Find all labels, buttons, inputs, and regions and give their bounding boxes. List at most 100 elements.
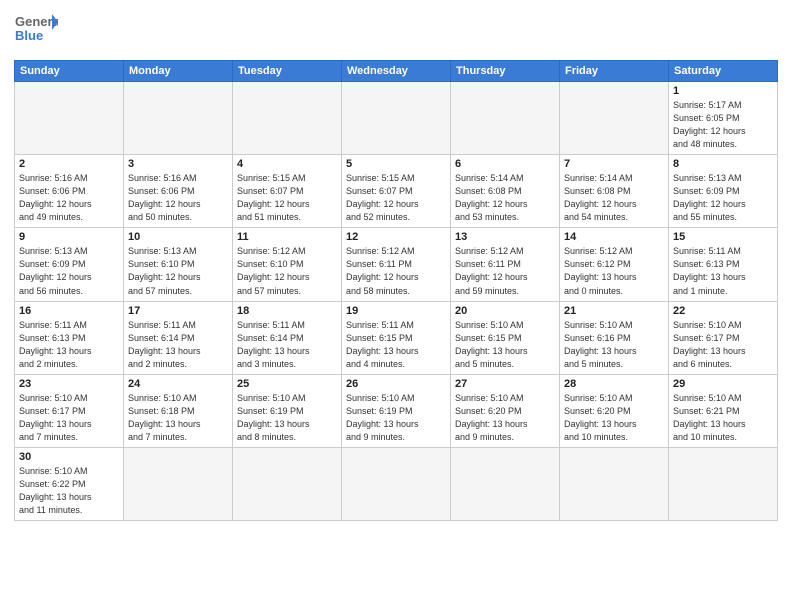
day-info: Sunrise: 5:11 AM Sunset: 6:13 PM Dayligh… (673, 245, 773, 297)
calendar-cell (124, 447, 233, 520)
day-info: Sunrise: 5:10 AM Sunset: 6:20 PM Dayligh… (564, 392, 664, 444)
day-info: Sunrise: 5:11 AM Sunset: 6:13 PM Dayligh… (19, 319, 119, 371)
day-info: Sunrise: 5:10 AM Sunset: 6:16 PM Dayligh… (564, 319, 664, 371)
calendar-cell: 1 Sunrise: 5:17 AM Sunset: 6:05 PM Daylig… (669, 82, 778, 155)
calendar-cell: 9 Sunrise: 5:13 AM Sunset: 6:09 PM Daylig… (15, 228, 124, 301)
svg-text:Blue: Blue (15, 28, 43, 43)
calendar-cell: 16 Sunrise: 5:11 AM Sunset: 6:13 PM Dayli… (15, 301, 124, 374)
calendar-cell (233, 82, 342, 155)
calendar-cell: 22 Sunrise: 5:10 AM Sunset: 6:17 PM Dayli… (669, 301, 778, 374)
day-info: Sunrise: 5:15 AM Sunset: 6:07 PM Dayligh… (346, 172, 446, 224)
day-number: 12 (346, 231, 446, 243)
week-row-0: 1 Sunrise: 5:17 AM Sunset: 6:05 PM Daylig… (15, 82, 778, 155)
day-info: Sunrise: 5:12 AM Sunset: 6:12 PM Dayligh… (564, 245, 664, 297)
calendar-cell: 29 Sunrise: 5:10 AM Sunset: 6:21 PM Dayli… (669, 374, 778, 447)
day-info: Sunrise: 5:13 AM Sunset: 6:09 PM Dayligh… (673, 172, 773, 224)
header-saturday: Saturday (669, 61, 778, 82)
calendar-cell (451, 82, 560, 155)
day-number: 8 (673, 158, 773, 170)
day-info: Sunrise: 5:14 AM Sunset: 6:08 PM Dayligh… (455, 172, 555, 224)
day-number: 25 (237, 378, 337, 390)
day-info: Sunrise: 5:10 AM Sunset: 6:17 PM Dayligh… (19, 392, 119, 444)
header: General Blue (14, 10, 778, 54)
day-number: 13 (455, 231, 555, 243)
calendar-cell: 17Sunrise: 5:11 AM Sunset: 6:14 PM Dayli… (124, 301, 233, 374)
day-info: Sunrise: 5:10 AM Sunset: 6:17 PM Dayligh… (673, 319, 773, 371)
day-number: 30 (19, 451, 119, 463)
calendar-cell: 12 Sunrise: 5:12 AM Sunset: 6:11 PM Dayli… (342, 228, 451, 301)
calendar-cell: 10 Sunrise: 5:13 AM Sunset: 6:10 PM Dayli… (124, 228, 233, 301)
day-number: 6 (455, 158, 555, 170)
day-info: Sunrise: 5:15 AM Sunset: 6:07 PM Dayligh… (237, 172, 337, 224)
day-info: Sunrise: 5:12 AM Sunset: 6:11 PM Dayligh… (455, 245, 555, 297)
day-number: 18 (237, 305, 337, 317)
calendar-cell: 4Sunrise: 5:15 AM Sunset: 6:07 PM Daylig… (233, 155, 342, 228)
calendar-cell (15, 82, 124, 155)
day-number: 3 (128, 158, 228, 170)
header-sunday: Sunday (15, 61, 124, 82)
calendar-cell: 18 Sunrise: 5:11 AM Sunset: 6:14 PM Dayli… (233, 301, 342, 374)
day-info: Sunrise: 5:17 AM Sunset: 6:05 PM Dayligh… (673, 99, 773, 151)
day-number: 15 (673, 231, 773, 243)
day-info: Sunrise: 5:11 AM Sunset: 6:14 PM Dayligh… (128, 319, 228, 371)
calendar-cell: 15 Sunrise: 5:11 AM Sunset: 6:13 PM Dayli… (669, 228, 778, 301)
day-number: 2 (19, 158, 119, 170)
day-info: Sunrise: 5:11 AM Sunset: 6:15 PM Dayligh… (346, 319, 446, 371)
calendar-cell: 27 Sunrise: 5:10 AM Sunset: 6:20 PM Dayli… (451, 374, 560, 447)
header-monday: Monday (124, 61, 233, 82)
day-number: 19 (346, 305, 446, 317)
day-info: Sunrise: 5:13 AM Sunset: 6:10 PM Dayligh… (128, 245, 228, 297)
logo: General Blue (14, 10, 58, 54)
day-info: Sunrise: 5:12 AM Sunset: 6:10 PM Dayligh… (237, 245, 337, 297)
calendar-cell (124, 82, 233, 155)
day-number: 20 (455, 305, 555, 317)
day-info: Sunrise: 5:10 AM Sunset: 6:18 PM Dayligh… (128, 392, 228, 444)
day-number: 11 (237, 231, 337, 243)
day-info: Sunrise: 5:12 AM Sunset: 6:11 PM Dayligh… (346, 245, 446, 297)
day-number: 27 (455, 378, 555, 390)
day-info: Sunrise: 5:11 AM Sunset: 6:14 PM Dayligh… (237, 319, 337, 371)
logo-svg: General Blue (14, 10, 58, 54)
calendar-cell (342, 447, 451, 520)
calendar-cell: 3Sunrise: 5:16 AM Sunset: 6:06 PM Daylig… (124, 155, 233, 228)
day-number: 16 (19, 305, 119, 317)
day-info: Sunrise: 5:10 AM Sunset: 6:19 PM Dayligh… (237, 392, 337, 444)
calendar-cell (342, 82, 451, 155)
day-number: 22 (673, 305, 773, 317)
calendar-cell (560, 82, 669, 155)
calendar-cell: 20Sunrise: 5:10 AM Sunset: 6:15 PM Dayli… (451, 301, 560, 374)
day-number: 26 (346, 378, 446, 390)
calendar-cell: 13 Sunrise: 5:12 AM Sunset: 6:11 PM Dayli… (451, 228, 560, 301)
calendar-cell (669, 447, 778, 520)
day-number: 10 (128, 231, 228, 243)
week-row-5: 30Sunrise: 5:10 AM Sunset: 6:22 PM Dayli… (15, 447, 778, 520)
day-info: Sunrise: 5:10 AM Sunset: 6:19 PM Dayligh… (346, 392, 446, 444)
calendar-cell: 14Sunrise: 5:12 AM Sunset: 6:12 PM Dayli… (560, 228, 669, 301)
calendar-header-row: SundayMondayTuesdayWednesdayThursdayFrid… (15, 61, 778, 82)
day-info: Sunrise: 5:10 AM Sunset: 6:20 PM Dayligh… (455, 392, 555, 444)
day-number: 23 (19, 378, 119, 390)
day-info: Sunrise: 5:10 AM Sunset: 6:21 PM Dayligh… (673, 392, 773, 444)
calendar-cell: 28 Sunrise: 5:10 AM Sunset: 6:20 PM Dayli… (560, 374, 669, 447)
week-row-4: 23 Sunrise: 5:10 AM Sunset: 6:17 PM Dayli… (15, 374, 778, 447)
day-number: 29 (673, 378, 773, 390)
day-number: 28 (564, 378, 664, 390)
calendar-cell: 21 Sunrise: 5:10 AM Sunset: 6:16 PM Dayli… (560, 301, 669, 374)
calendar-cell: 11 Sunrise: 5:12 AM Sunset: 6:10 PM Dayli… (233, 228, 342, 301)
calendar-cell: 2Sunrise: 5:16 AM Sunset: 6:06 PM Daylig… (15, 155, 124, 228)
day-info: Sunrise: 5:13 AM Sunset: 6:09 PM Dayligh… (19, 245, 119, 297)
calendar-cell: 8 Sunrise: 5:13 AM Sunset: 6:09 PM Daylig… (669, 155, 778, 228)
day-info: Sunrise: 5:14 AM Sunset: 6:08 PM Dayligh… (564, 172, 664, 224)
calendar-cell: 19 Sunrise: 5:11 AM Sunset: 6:15 PM Dayli… (342, 301, 451, 374)
day-number: 9 (19, 231, 119, 243)
calendar-cell: 25 Sunrise: 5:10 AM Sunset: 6:19 PM Dayli… (233, 374, 342, 447)
calendar-cell: 23 Sunrise: 5:10 AM Sunset: 6:17 PM Dayli… (15, 374, 124, 447)
header-thursday: Thursday (451, 61, 560, 82)
week-row-2: 9 Sunrise: 5:13 AM Sunset: 6:09 PM Daylig… (15, 228, 778, 301)
week-row-1: 2Sunrise: 5:16 AM Sunset: 6:06 PM Daylig… (15, 155, 778, 228)
calendar-cell: 26 Sunrise: 5:10 AM Sunset: 6:19 PM Dayli… (342, 374, 451, 447)
day-number: 1 (673, 85, 773, 97)
day-number: 21 (564, 305, 664, 317)
calendar-cell: 30Sunrise: 5:10 AM Sunset: 6:22 PM Dayli… (15, 447, 124, 520)
header-tuesday: Tuesday (233, 61, 342, 82)
